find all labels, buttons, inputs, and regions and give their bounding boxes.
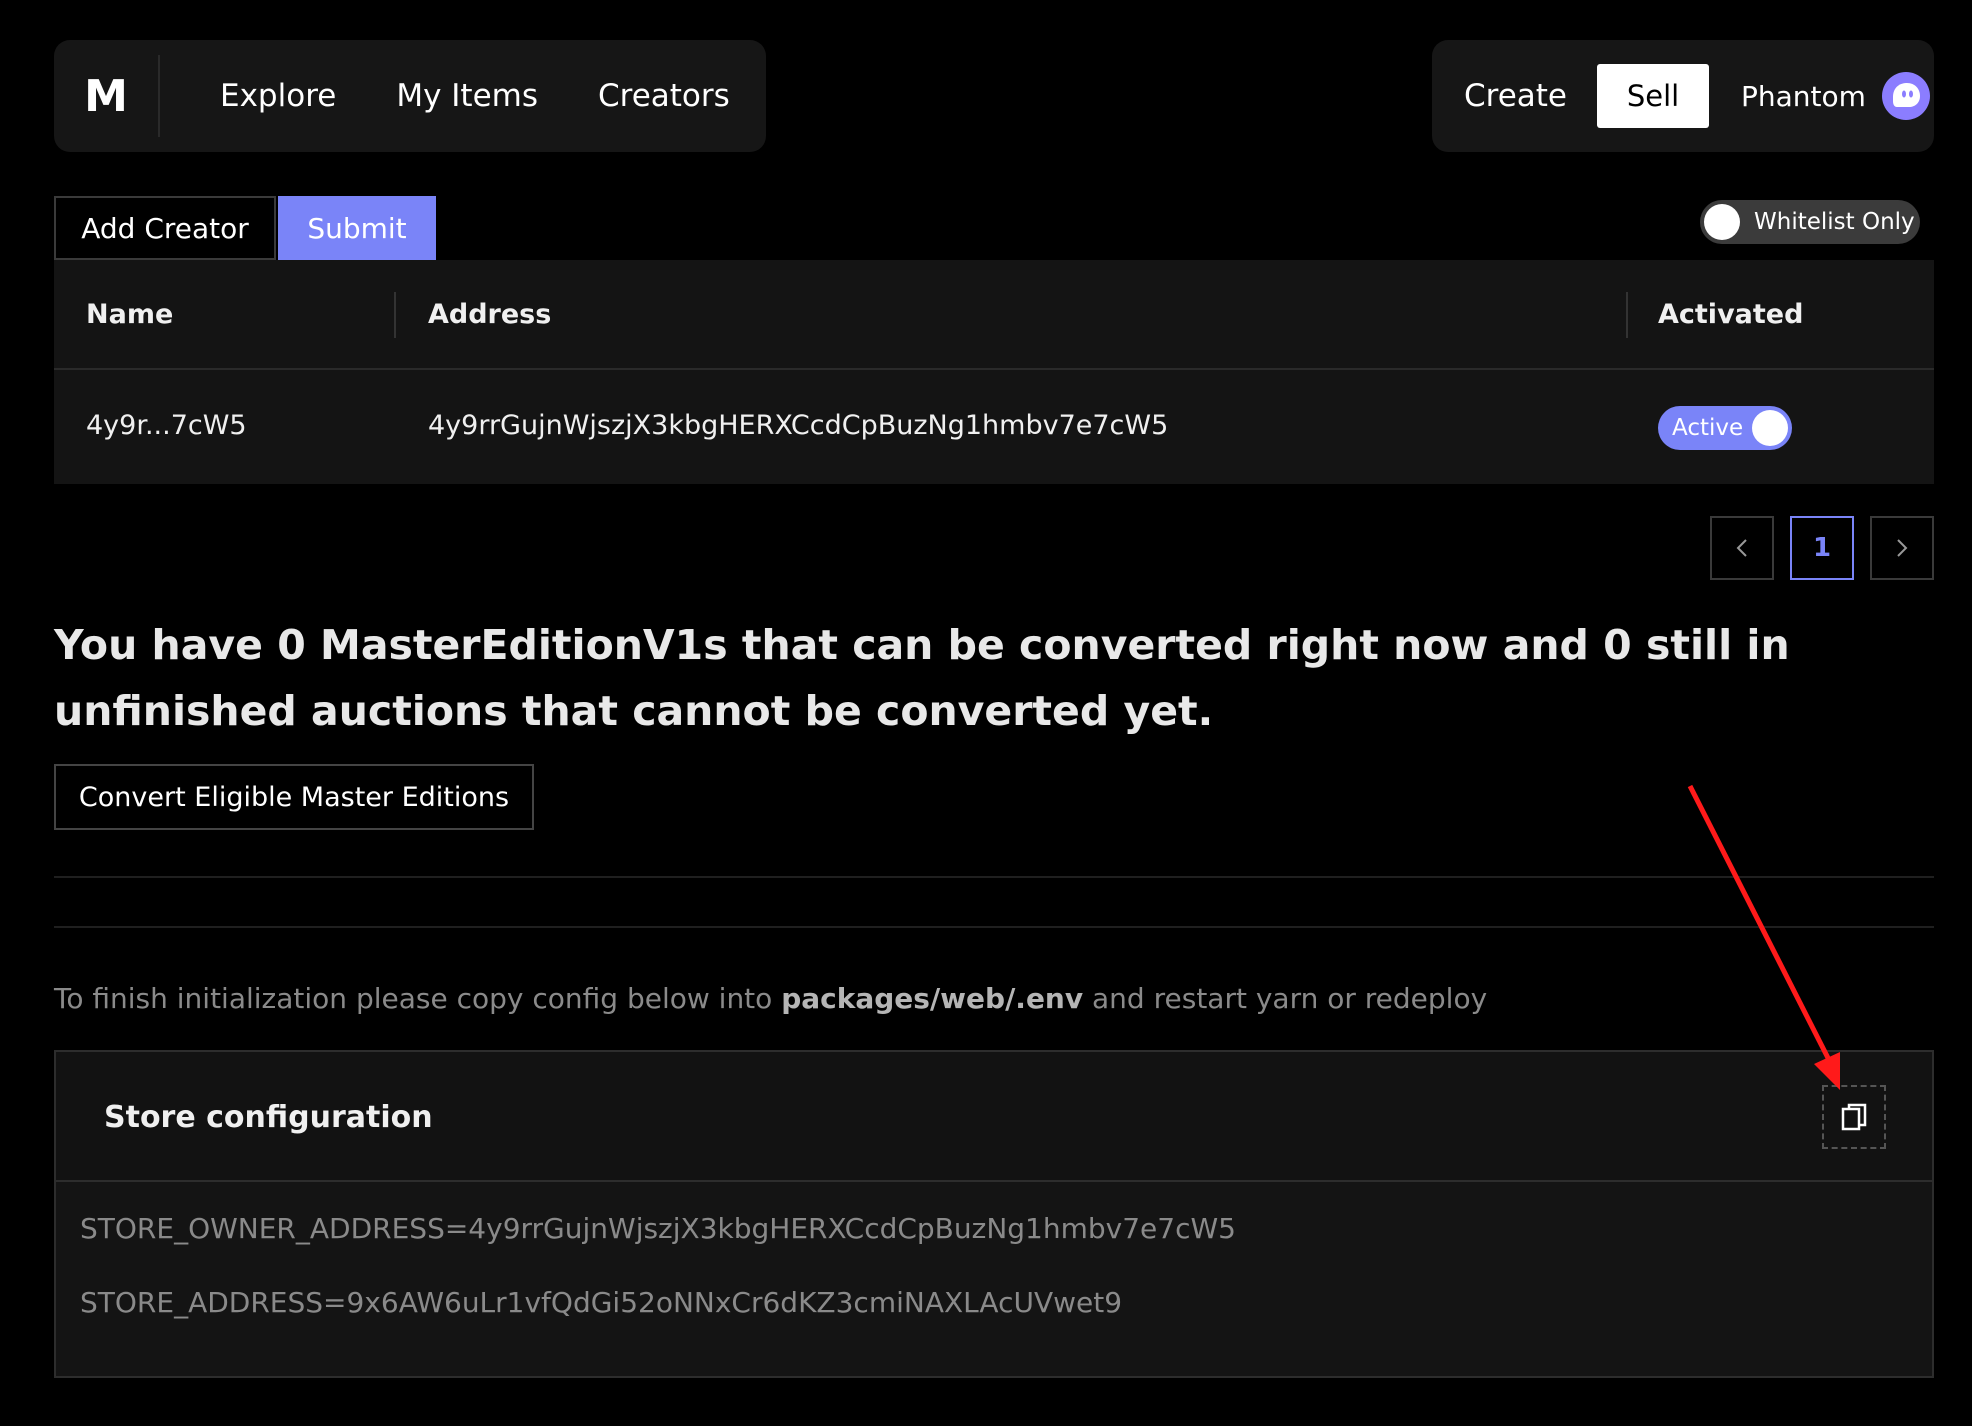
init-instructions: To finish initialization please copy con…: [54, 982, 1487, 1015]
add-creator-button[interactable]: Add Creator: [54, 196, 276, 260]
creator-address-cell: 4y9rrGujnWjszjX3kbgHERXCcdCpBuzNg1hmbv7e…: [428, 410, 1169, 441]
main-nav: M Explore My Items Creators: [54, 40, 766, 152]
column-separator: [394, 292, 396, 338]
next-page-button[interactable]: [1870, 516, 1934, 580]
conversion-summary: You have 0 MasterEditionV1s that can be …: [54, 621, 1790, 735]
create-link[interactable]: Create: [1464, 78, 1567, 114]
creator-name-cell: 4y9r...7cW5: [86, 410, 247, 441]
submit-button[interactable]: Submit: [278, 196, 436, 260]
prev-page-button[interactable]: [1710, 516, 1774, 580]
column-header-name[interactable]: Name: [86, 299, 173, 330]
init-instructions-suffix: and restart yarn or redeploy: [1083, 982, 1488, 1015]
nav-creators[interactable]: Creators: [598, 78, 730, 114]
divider: [54, 876, 1934, 878]
toggle-knob: [1704, 204, 1740, 240]
wallet-name[interactable]: Phantom: [1741, 80, 1866, 113]
sell-button[interactable]: Sell: [1597, 64, 1710, 128]
convert-master-editions-button[interactable]: Convert Eligible Master Editions: [54, 764, 534, 830]
logo[interactable]: M: [54, 55, 160, 137]
activated-label: Active: [1672, 415, 1744, 441]
phantom-ghost-icon[interactable]: [1881, 72, 1930, 120]
activated-toggle[interactable]: Active: [1658, 406, 1792, 450]
divider: [54, 926, 1934, 928]
column-header-address[interactable]: Address: [428, 299, 551, 330]
account-nav: Create Sell Phantom: [1432, 40, 1934, 152]
page-1-button[interactable]: 1: [1790, 516, 1854, 580]
column-header-activated[interactable]: Activated: [1658, 299, 1803, 330]
creators-table: Name Address Activated 4y9r...7cW5 4y9rr…: [54, 260, 1934, 484]
table-header: Name Address Activated: [54, 260, 1934, 370]
whitelist-only-label: Whitelist Only: [1754, 209, 1915, 235]
column-separator: [1626, 292, 1628, 338]
chevron-right-icon: [1897, 539, 1908, 557]
table-row[interactable]: 4y9r...7cW5 4y9rrGujnWjszjX3kbgHERXCcdCp…: [54, 370, 1934, 482]
copy-config-button[interactable]: [1822, 1085, 1886, 1149]
copy-icon: [1841, 1103, 1867, 1131]
toggle-knob: [1752, 410, 1788, 446]
config-line-store: STORE_ADDRESS=9x6AW6uLr1vfQdGi52oNNxCr6d…: [80, 1286, 1123, 1319]
store-config-card: Store configuration STORE_OWNER_ADDRESS=…: [54, 1050, 1934, 1378]
whitelist-only-toggle[interactable]: Whitelist Only: [1700, 200, 1920, 244]
store-config-title: Store configuration: [104, 1100, 433, 1135]
config-line-owner: STORE_OWNER_ADDRESS=4y9rrGujnWjszjX3kbgH…: [80, 1212, 1236, 1245]
env-path: packages/web/.env: [781, 982, 1084, 1015]
init-instructions-prefix: To finish initialization please copy con…: [54, 982, 782, 1015]
store-config-header: Store configuration: [56, 1052, 1932, 1182]
nav-explore[interactable]: Explore: [220, 78, 336, 114]
nav-my-items[interactable]: My Items: [396, 78, 538, 114]
chevron-left-icon: [1736, 539, 1747, 557]
